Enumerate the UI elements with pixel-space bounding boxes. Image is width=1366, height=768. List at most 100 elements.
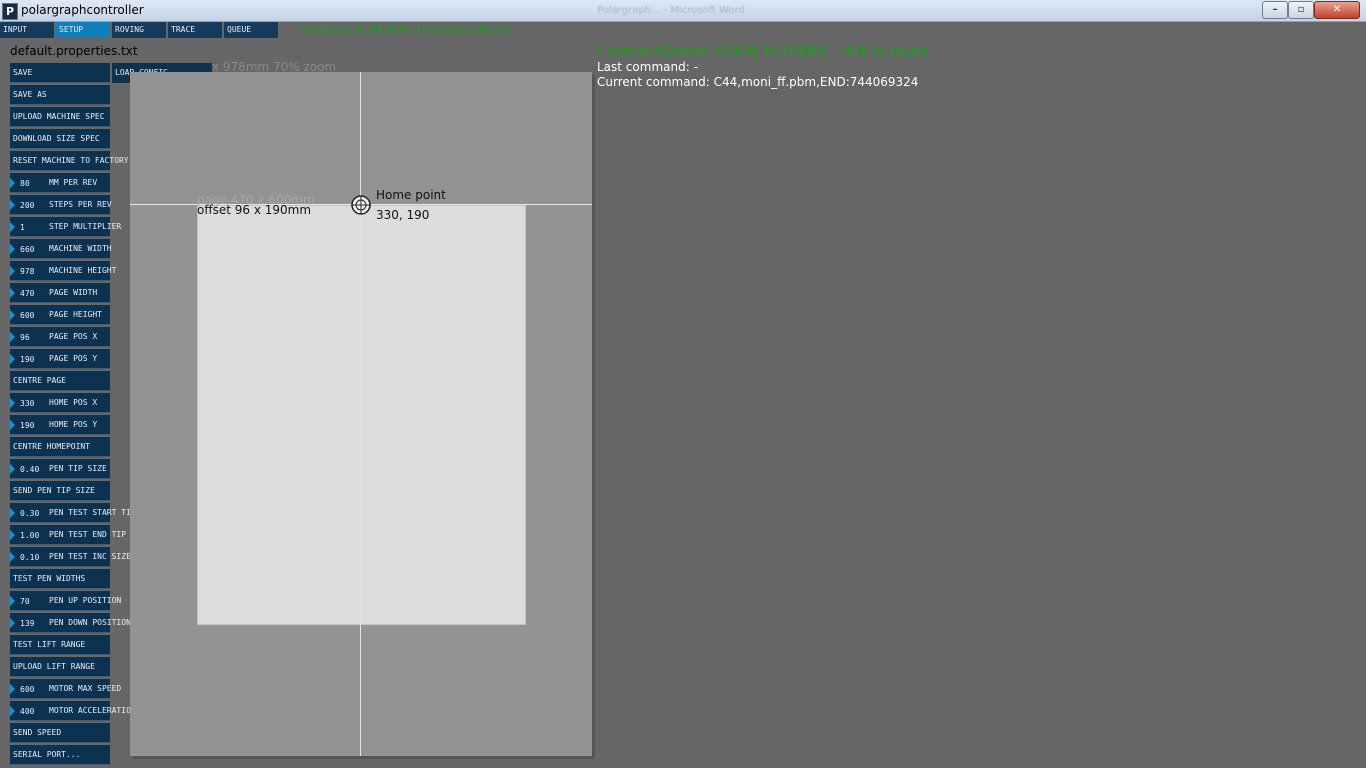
page-area[interactable]	[197, 205, 526, 625]
motor-max-speed-numberbox[interactable]: 600 MOTOR MAX SPEED	[10, 679, 121, 699]
arrow-right-icon	[10, 178, 15, 188]
numberbox-label: HOME POS Y	[49, 420, 98, 429]
crosshair-icon[interactable]	[350, 194, 372, 216]
tab-trace[interactable]: TRACE	[168, 22, 222, 38]
button-label: DOWNLOAD SIZE SPEC	[13, 134, 100, 143]
numberbox-label: MOTOR ACCELERATION	[49, 706, 136, 715]
home-vertical-guide	[360, 72, 361, 756]
window-titlebar: P polargraphcontroller Polargraph... - M…	[0, 0, 1366, 22]
numberbox-label: PEN TEST START TIP	[49, 508, 136, 517]
pen-test-start-tip-numberbox[interactable]: 0.30 PEN TEST START TIP	[10, 503, 136, 523]
arrow-right-icon	[10, 200, 15, 210]
button-label: SEND SPEED	[13, 728, 62, 737]
numberbox-value: 1	[20, 223, 25, 232]
arrow-right-icon	[10, 398, 15, 408]
button-label: TEST LIFT RANGE	[13, 640, 86, 649]
numberbox-label: MACHINE WIDTH	[49, 244, 112, 253]
centre-page-button[interactable]: CENTRE PAGE	[10, 371, 110, 391]
arrow-right-icon	[10, 222, 15, 232]
pen-test-inc-size-numberbox[interactable]: 0.10 PEN TEST INC SIZE	[10, 547, 131, 567]
numberbox-value: 190	[20, 421, 35, 430]
home-point-coords: 330, 190	[376, 208, 430, 222]
numberbox-value: 200	[20, 201, 35, 210]
maximize-button[interactable]: ▫	[1288, 1, 1314, 19]
arrow-right-icon	[10, 464, 15, 474]
numberbox-value: 400	[20, 707, 35, 716]
pen-down-position-numberbox[interactable]: 139 PEN DOWN POSITION	[10, 613, 131, 633]
page-offset-label: offset 96 x 190mm	[197, 203, 312, 217]
pen-test-end-tip-numberbox[interactable]: 1.00 PEN TEST END TIP	[10, 525, 126, 545]
numberbox-label: PAGE POS Y	[49, 354, 98, 363]
steps-per-rev-numberbox[interactable]: 200 STEPS PER REV	[10, 195, 112, 215]
numberbox-value: 190	[20, 355, 35, 364]
close-button[interactable]: ✕	[1314, 1, 1360, 19]
window-title: polargraphcontroller	[21, 3, 144, 17]
queue-status-toggle[interactable]: CommandQueue: QUEUE RUNNING - click to p…	[597, 44, 929, 59]
arrow-right-icon	[10, 618, 15, 628]
arrow-right-icon	[10, 684, 15, 694]
numberbox-label: PAGE HEIGHT	[49, 310, 102, 319]
send-speed-button[interactable]: SEND SPEED	[10, 723, 110, 743]
page-pos-y-numberbox[interactable]: 190 PAGE POS Y	[10, 349, 110, 369]
pen-tip-size-numberbox[interactable]: 0.40 PEN TIP SIZE	[10, 459, 110, 479]
numberbox-value: 80	[20, 179, 30, 188]
properties-filename: default.properties.txt	[10, 44, 138, 58]
numberbox-value: 330	[20, 399, 35, 408]
machine-width-numberbox[interactable]: 660 MACHINE WIDTH	[10, 239, 112, 259]
save-button[interactable]: SAVE	[10, 63, 110, 83]
home-pos-y-numberbox[interactable]: 190 HOME POS Y	[10, 415, 110, 435]
button-label: CENTRE HOMEPOINT	[13, 442, 91, 451]
minimize-button[interactable]: –	[1262, 1, 1288, 19]
numberbox-label: PAGE WIDTH	[49, 288, 98, 297]
arrow-right-icon	[10, 552, 15, 562]
tab-input[interactable]: INPUT	[0, 22, 54, 38]
test-pen-widths-button[interactable]: TEST PEN WIDTHS	[10, 569, 110, 589]
current-command: Current command: C44,moni_ff.pbm,END:744…	[597, 75, 919, 89]
numberbox-label: PEN TIP SIZE	[49, 464, 107, 473]
numberbox-label: MACHINE HEIGHT	[49, 266, 117, 275]
numberbox-label: HOME POS X	[49, 398, 98, 407]
send-pen-tip-size-button[interactable]: SEND PEN TIP SIZE	[10, 481, 110, 501]
motor-acceleration-numberbox[interactable]: 400 MOTOR ACCELERATION	[10, 701, 136, 721]
download-size-spec-button[interactable]: DOWNLOAD SIZE SPEC	[10, 129, 110, 149]
tab-setup[interactable]: SETUP	[56, 22, 110, 38]
button-label: SAVE	[13, 68, 33, 77]
tab-roving[interactable]: ROVING	[112, 22, 166, 38]
numberbox-label: MM PER REV	[49, 178, 98, 187]
arrow-right-icon	[10, 244, 15, 254]
button-label: SAVE AS	[13, 90, 47, 99]
numberbox-value: 600	[20, 685, 35, 694]
page-height-numberbox[interactable]: 600 PAGE HEIGHT	[10, 305, 110, 325]
button-label: SEND PEN TIP SIZE	[13, 486, 95, 495]
upload-machine-spec-button[interactable]: UPLOAD MACHINE SPEC	[10, 107, 110, 127]
test-lift-range-button[interactable]: TEST LIFT RANGE	[10, 635, 110, 655]
page-pos-x-numberbox[interactable]: 96 PAGE POS X	[10, 327, 110, 347]
centre-homepoint-button[interactable]: CENTRE HOMEPOINT	[10, 437, 110, 457]
numberbox-label: PEN TEST INC SIZE	[49, 552, 131, 561]
mm-per-rev-numberbox[interactable]: 80 MM PER REV	[10, 173, 110, 193]
button-label: SERIAL PORT...	[13, 750, 81, 759]
numberbox-value: 0.40	[20, 465, 40, 474]
numberbox-value: 96	[20, 333, 30, 342]
home-pos-x-numberbox[interactable]: 330 HOME POS X	[10, 393, 110, 413]
numberbox-value: 600	[20, 311, 35, 320]
arrow-right-icon	[10, 530, 15, 540]
reset-machine-to-factory-button[interactable]: RESET MACHINE TO FACTORY	[10, 151, 129, 171]
page-width-numberbox[interactable]: 470 PAGE WIDTH	[10, 283, 110, 303]
arrow-right-icon	[10, 332, 15, 342]
numberbox-label: STEPS PER REV	[49, 200, 112, 209]
machine-height-numberbox[interactable]: 978 MACHINE HEIGHT	[10, 261, 116, 281]
button-label: CENTRE PAGE	[13, 376, 66, 385]
arrow-right-icon	[10, 508, 15, 518]
step-multiplier-numberbox[interactable]: 1 STEP MULTIPLIER	[10, 217, 121, 237]
numberbox-label: STEP MULTIPLIER	[49, 222, 122, 231]
numberbox-value: 139	[20, 619, 35, 628]
upload-lift-range-button[interactable]: UPLOAD LIFT RANGE	[10, 657, 110, 677]
save-as-button[interactable]: SAVE AS	[10, 85, 110, 105]
serial-port-button[interactable]: SERIAL PORT...	[10, 745, 110, 765]
pen-up-position-numberbox[interactable]: 70 PEN UP POSITION	[10, 591, 121, 611]
arrow-right-icon	[10, 596, 15, 606]
tab-queue[interactable]: QUEUE	[224, 22, 278, 38]
numberbox-value: 70	[20, 597, 30, 606]
numberbox-label: MOTOR MAX SPEED	[49, 684, 122, 693]
